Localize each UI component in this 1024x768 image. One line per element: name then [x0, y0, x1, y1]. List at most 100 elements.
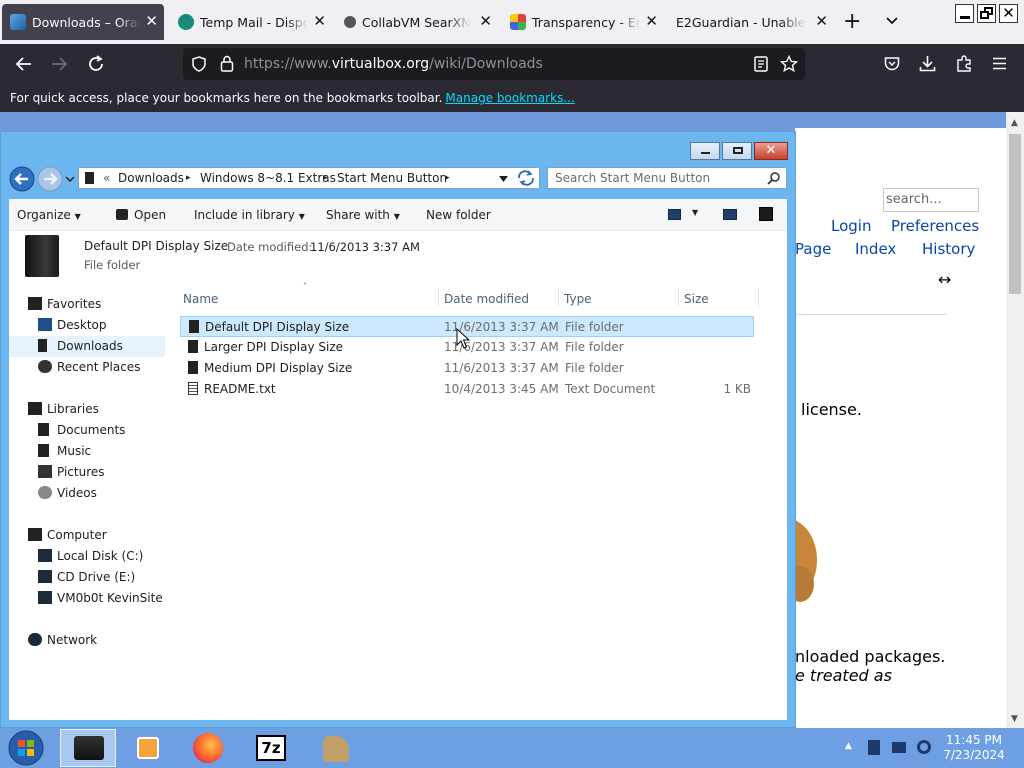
tab-downloads-virtualbox[interactable]: Downloads – Oracle VM VirtualBox ✕: [2, 4, 164, 40]
volume-tray-icon[interactable]: [917, 740, 931, 754]
nav-local-disk[interactable]: Local Disk (C:): [57, 549, 143, 563]
page-scrollbar[interactable]: ▲ ▼: [1006, 112, 1024, 728]
restore-window-button[interactable]: [977, 4, 996, 23]
organize-button[interactable]: Organize ▼: [17, 208, 81, 222]
list-all-tabs-icon[interactable]: [885, 14, 899, 28]
search-icon[interactable]: [767, 172, 780, 185]
close-tab-icon[interactable]: ✕: [645, 13, 658, 29]
tab-e2guardian[interactable]: E2Guardian - Unable to load ✕: [668, 4, 834, 40]
network-tray-icon[interactable]: [892, 742, 906, 753]
nav-music[interactable]: Music: [57, 444, 91, 458]
history-link[interactable]: History: [922, 240, 975, 258]
taskbar-file-explorer[interactable]: [60, 729, 116, 767]
nav-cd-drive[interactable]: CD Drive (E:): [57, 570, 135, 584]
column-date-modified[interactable]: Date modified: [444, 292, 529, 306]
login-link[interactable]: Login: [831, 217, 871, 235]
explorer-search-input[interactable]: Search Start Menu Button: [547, 167, 787, 189]
column-separator[interactable]: [558, 288, 559, 306]
breadcrumb-chevron-icon[interactable]: ▸: [323, 173, 328, 183]
address-bar[interactable]: https://www.virtualbox.org/wiki/Download…: [183, 48, 805, 80]
open-button[interactable]: Open: [116, 208, 166, 222]
explorer-close-button[interactable]: ✕: [754, 142, 788, 160]
tab-temp-mail[interactable]: Temp Mail - Disposable Temporary Email ✕: [170, 4, 332, 40]
wiki-search-input[interactable]: search...: [883, 188, 979, 212]
reload-icon[interactable]: [87, 55, 105, 73]
tab-collabvm-searxng[interactable]: CollabVM SearXNG ✕: [336, 4, 498, 40]
nav-downloads[interactable]: Downloads: [57, 339, 123, 353]
new-folder-button[interactable]: New folder: [426, 208, 491, 222]
column-type[interactable]: Type: [564, 292, 592, 306]
file-row-readme[interactable]: README.txt 10/4/2013 3:45 AM Text Docume…: [180, 379, 754, 400]
column-name[interactable]: Name: [183, 292, 218, 306]
tracking-protection-shield-icon[interactable]: [191, 56, 207, 72]
back-icon[interactable]: [14, 56, 32, 72]
page-link[interactable]: Page: [795, 240, 831, 258]
nav-documents[interactable]: Documents: [57, 423, 125, 437]
resize-arrows[interactable]: ↔: [938, 270, 951, 289]
manage-bookmarks-link[interactable]: Manage bookmarks...: [445, 91, 574, 105]
breadcrumb-chevron-icon[interactable]: ▸: [186, 173, 191, 183]
breadcrumb-chevron-icon[interactable]: ▸: [445, 173, 450, 183]
refresh-icon[interactable]: [515, 169, 537, 187]
column-separator[interactable]: [758, 288, 759, 306]
include-in-library-button[interactable]: Include in library ▼: [194, 208, 305, 222]
taskbar-media-player[interactable]: [120, 729, 176, 767]
explorer-maximize-button[interactable]: [722, 142, 752, 160]
close-tab-icon[interactable]: ✕: [145, 13, 158, 29]
breadcrumb-downloads[interactable]: Downloads: [118, 171, 184, 185]
bookmark-star-icon[interactable]: [780, 55, 798, 73]
explorer-back-icon[interactable]: [9, 166, 37, 192]
nav-favorites[interactable]: Favorites: [47, 297, 101, 311]
recent-locations-dropdown-icon[interactable]: [65, 175, 75, 183]
share-with-button[interactable]: Share with ▼: [326, 208, 400, 222]
taskbar-app-5[interactable]: [307, 729, 363, 767]
forward-icon[interactable]: [51, 56, 69, 72]
reader-view-icon[interactable]: [754, 56, 768, 72]
breadcrumb-overflow[interactable]: «: [103, 171, 110, 185]
hamburger-menu-icon[interactable]: [992, 57, 1007, 70]
url-text[interactable]: https://www.virtualbox.org/wiki/Download…: [244, 56, 543, 72]
breadcrumb-start-menu-button[interactable]: Start Menu Button: [337, 171, 447, 185]
nav-network[interactable]: Network: [47, 633, 97, 647]
new-tab-button[interactable]: +: [843, 11, 861, 33]
pocket-icon[interactable]: [884, 56, 900, 72]
preferences-link[interactable]: Preferences: [891, 217, 979, 235]
close-tab-icon[interactable]: ✕: [313, 13, 326, 29]
nav-videos[interactable]: Videos: [57, 486, 97, 500]
file-row-medium-dpi[interactable]: Medium DPI Display Size 11/6/2013 3:37 A…: [180, 358, 754, 379]
explorer-address-bar[interactable]: « Downloads ▸ Windows 8~8.1 Extras ▸ Sta…: [78, 167, 540, 189]
tab-transparency[interactable]: Transparency - Enable ✕: [502, 4, 664, 40]
nav-recent-places[interactable]: Recent Places: [57, 360, 140, 374]
nav-vm-share[interactable]: VM0b0t KevinSite: [57, 591, 163, 605]
address-history-dropdown-icon[interactable]: [499, 176, 508, 182]
breadcrumb-windows-extras[interactable]: Windows 8~8.1 Extras: [200, 171, 336, 185]
index-link[interactable]: Index: [855, 240, 896, 258]
nav-pictures[interactable]: Pictures: [57, 465, 105, 479]
scroll-down-icon[interactable]: ▼: [1011, 714, 1018, 724]
taskbar-7zip[interactable]: 7z: [243, 729, 299, 767]
nav-libraries[interactable]: Libraries: [47, 402, 99, 416]
downloads-icon[interactable]: [919, 55, 936, 72]
extensions-icon[interactable]: [956, 55, 973, 72]
action-center-flag-icon[interactable]: [868, 740, 880, 755]
explorer-minimize-button[interactable]: [690, 142, 720, 160]
help-icon[interactable]: [759, 207, 773, 221]
close-tab-icon[interactable]: ✕: [815, 13, 828, 29]
taskbar-clock[interactable]: 11:45 PM 7/23/2024: [940, 733, 1008, 763]
column-size[interactable]: Size: [684, 292, 709, 306]
scroll-up-icon[interactable]: ▲: [1011, 118, 1018, 128]
view-dropdown-icon[interactable]: ▼: [692, 208, 698, 217]
close-window-button[interactable]: ✕: [999, 4, 1018, 23]
close-tab-icon[interactable]: ✕: [479, 13, 492, 29]
explorer-forward-icon[interactable]: [37, 166, 65, 192]
start-orb-icon[interactable]: [6, 729, 46, 767]
column-separator[interactable]: [678, 288, 679, 306]
minimize-window-button[interactable]: [955, 4, 974, 23]
lock-icon[interactable]: [220, 55, 234, 72]
nav-computer[interactable]: Computer: [47, 528, 107, 542]
taskbar-firefox[interactable]: [180, 729, 236, 767]
show-hidden-icons-icon[interactable]: ▲: [845, 741, 852, 751]
scrollbar-thumb[interactable]: [1009, 134, 1021, 294]
view-options-icon[interactable]: [668, 209, 681, 220]
preview-pane-icon[interactable]: [723, 209, 737, 220]
